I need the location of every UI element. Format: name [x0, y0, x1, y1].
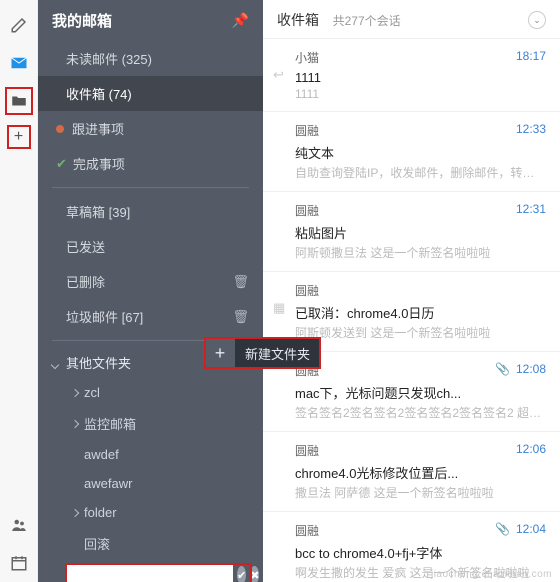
- reply-icon: ↩: [273, 67, 284, 83]
- message-subject: mac下，光标问题只发现ch...: [295, 383, 546, 402]
- message-time: 📎12:08: [495, 362, 546, 379]
- message-subject: 1111: [295, 70, 546, 85]
- sidebar-item-unread[interactable]: 未读邮件 (325): [38, 41, 263, 76]
- message-from: 圆融: [295, 522, 319, 539]
- message-preview: 撒旦法 阿萨德 这是一个新签名啦啦啦: [295, 484, 546, 501]
- sidebar-item-followup[interactable]: 跟进事项: [38, 111, 263, 146]
- message-time: 12:31: [516, 202, 546, 219]
- message-subject: 粘贴图片: [295, 223, 546, 242]
- message-subject: 纯文本: [295, 143, 546, 162]
- message-item[interactable]: 圆融 📎12:04 bcc to chrome4.0+fj+字体啊发生撒的发生 爱疯…: [263, 512, 560, 582]
- message-time: 12:33: [516, 122, 546, 139]
- message-item[interactable]: 圆融 12:33 纯文本自助查询登陆IP，收发邮件，删除邮件，转发…: [263, 112, 560, 192]
- sidebar-item-inbox[interactable]: 收件箱 (74): [38, 76, 263, 111]
- sort-dropdown[interactable]: ⌄: [528, 11, 546, 29]
- sidebar-item-deleted[interactable]: 已删除🗑: [38, 264, 263, 299]
- sidebar-item-sent[interactable]: 已发送: [38, 229, 263, 264]
- message-time: 📎12:04: [495, 522, 546, 539]
- compose-icon[interactable]: [6, 12, 32, 38]
- message-time: 12:06: [516, 442, 546, 459]
- message-preview: 啊发生撒的发生 爱疯 这是一个新签名啦啦啦: [295, 564, 546, 581]
- sidebar-item-done[interactable]: ✔完成事项: [38, 146, 263, 181]
- calendar-icon[interactable]: [6, 550, 32, 576]
- chevron-down-icon: [51, 361, 59, 369]
- chevron-right-icon: [71, 508, 79, 516]
- sidebar-item-spam[interactable]: 垃圾邮件 [67]🗑: [38, 299, 263, 334]
- confirm-icon[interactable]: ✔: [237, 566, 246, 582]
- message-subject: 已取消：chrome4.0日历: [295, 303, 546, 322]
- list-count: 共277个会话: [333, 14, 401, 28]
- cancel-icon[interactable]: ✖: [250, 566, 259, 582]
- contacts-icon[interactable]: [6, 512, 32, 538]
- pin-icon[interactable]: 📌: [232, 12, 249, 29]
- message-subject: bcc to chrome4.0+fj+字体: [295, 543, 546, 562]
- message-preview: 自助查询登陆IP，收发邮件，删除邮件，转发…: [295, 164, 546, 181]
- message-item[interactable]: 圆融 12:31 粘贴图片阿斯顿撒旦法 这是一个新签名啦啦啦: [263, 192, 560, 272]
- message-item[interactable]: 圆融 12:06 chrome4.0光标修改位置后... 撒旦法 阿萨德 这是一个新签…: [263, 432, 560, 512]
- attachment-icon: 📎: [495, 362, 510, 376]
- trash-icon[interactable]: 🗑: [232, 274, 249, 290]
- subfolder-huigun[interactable]: 回滚: [38, 527, 263, 560]
- folder-name-edit: ✔ ✖: [66, 564, 251, 582]
- message-from: 圆融: [295, 442, 319, 459]
- new-folder-label: 新建文件夹: [235, 338, 320, 368]
- trash-icon[interactable]: 🗑: [232, 309, 249, 325]
- message-subject: chrome4.0光标修改位置后...: [295, 463, 546, 482]
- message-from: 圆融: [295, 122, 319, 139]
- add-folder-button[interactable]: +: [205, 338, 235, 368]
- subfolder-awefawr[interactable]: awefawr: [38, 469, 263, 498]
- add-icon[interactable]: +: [8, 126, 30, 148]
- message-preview: 阿斯顿撒旦法 这是一个新签名啦啦啦: [295, 244, 546, 261]
- chevron-right-icon: [71, 388, 79, 396]
- message-from: 小猫: [295, 49, 319, 66]
- calendar-small-icon: ▦: [273, 300, 285, 316]
- folder-icon[interactable]: [6, 88, 32, 114]
- subfolder-folder[interactable]: folder: [38, 498, 263, 527]
- new-folder-tooltip: + 新建文件夹: [205, 338, 320, 368]
- message-item[interactable]: ↩ 小猫 18:17 1111 1111: [263, 39, 560, 112]
- list-title: 收件箱: [277, 12, 319, 28]
- subfolder-awdef[interactable]: awdef: [38, 440, 263, 469]
- message-preview: 阿斯顿发送到 这是一个新签名啦啦啦: [295, 324, 546, 341]
- subfolder-monitor[interactable]: 监控邮箱: [38, 407, 263, 440]
- sidebar-item-drafts[interactable]: 草稿箱 [39]: [38, 194, 263, 229]
- message-from: 圆融: [295, 282, 319, 299]
- check-icon: ✔: [56, 156, 67, 172]
- mail-icon[interactable]: [6, 50, 32, 76]
- subfolder-zcl[interactable]: zcl: [38, 378, 263, 407]
- attachment-icon: 📎: [495, 522, 510, 536]
- message-preview: 签名签名2签名签名2签名签名2签名签名2 超…: [295, 404, 546, 421]
- folder-name-input[interactable]: [66, 564, 233, 582]
- message-preview: 1111: [295, 87, 546, 101]
- message-from: 圆融: [295, 202, 319, 219]
- red-dot-icon: [56, 125, 64, 133]
- message-time: 18:17: [516, 49, 546, 66]
- sidebar-title: 我的邮箱: [52, 10, 112, 31]
- chevron-right-icon: [71, 419, 79, 427]
